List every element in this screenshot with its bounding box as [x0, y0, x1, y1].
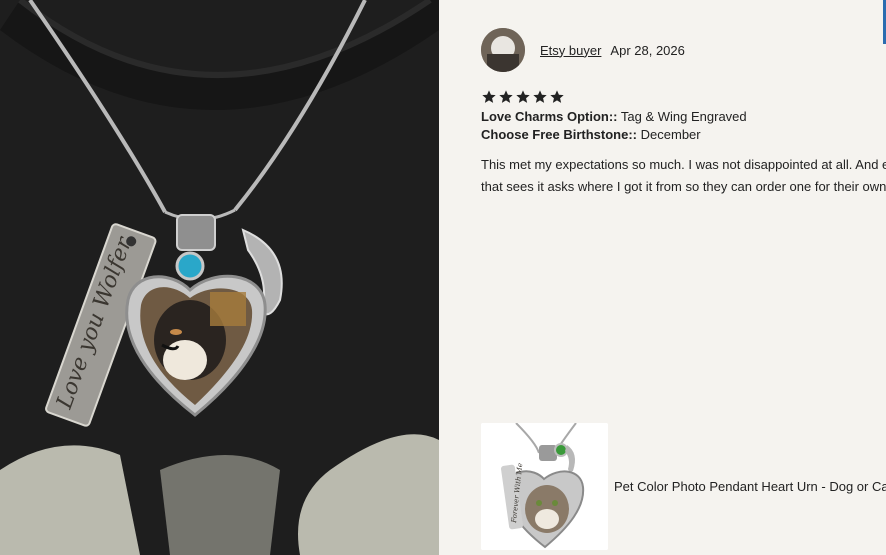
review-text: This met my expectations so much. I was … [481, 154, 886, 198]
star-icon [532, 89, 548, 105]
necklace-photo-image: Love you Wolfer [0, 0, 439, 555]
star-icon [549, 89, 565, 105]
product-thumbnail[interactable]: Forever With Me [481, 423, 608, 550]
option-value: Tag & Wing Engraved [620, 109, 747, 124]
review-header: Etsy buyer Apr 28, 2026 [481, 28, 685, 72]
review-panel: Etsy buyer Apr 28, 2026 Love Charms Opti… [439, 0, 886, 555]
review-date: Apr 28, 2026 [610, 42, 685, 58]
star-icon [481, 89, 497, 105]
buyer-name-link[interactable]: Etsy buyer [540, 43, 601, 58]
purchased-product[interactable]: Forever With Me Pet Color Photo Pendant … [481, 423, 886, 550]
avatar[interactable] [481, 28, 525, 72]
option-value: December [640, 127, 701, 142]
star-icon [498, 89, 514, 105]
star-icon [515, 89, 531, 105]
product-title-link[interactable]: Pet Color Photo Pendant Heart Urn - Dog … [614, 479, 886, 494]
option-label: Choose Free Birthstone:: [481, 127, 638, 142]
review-photo[interactable]: Love you Wolfer [0, 0, 439, 555]
review-card: Love you Wolfer Etsy buyer Apr 28, 2026 … [0, 0, 886, 555]
review-text-line: This met my expectations so much. I was … [481, 157, 886, 172]
option-birthstone: Choose Free Birthstone:: December [481, 127, 701, 142]
option-love-charms: Love Charms Option:: Tag & Wing Engraved [481, 109, 747, 124]
birthstone [175, 251, 205, 281]
option-label: Love Charms Option:: [481, 109, 618, 124]
review-text-line: that sees it asks where I got it from so… [481, 179, 886, 194]
star-rating [481, 89, 565, 105]
